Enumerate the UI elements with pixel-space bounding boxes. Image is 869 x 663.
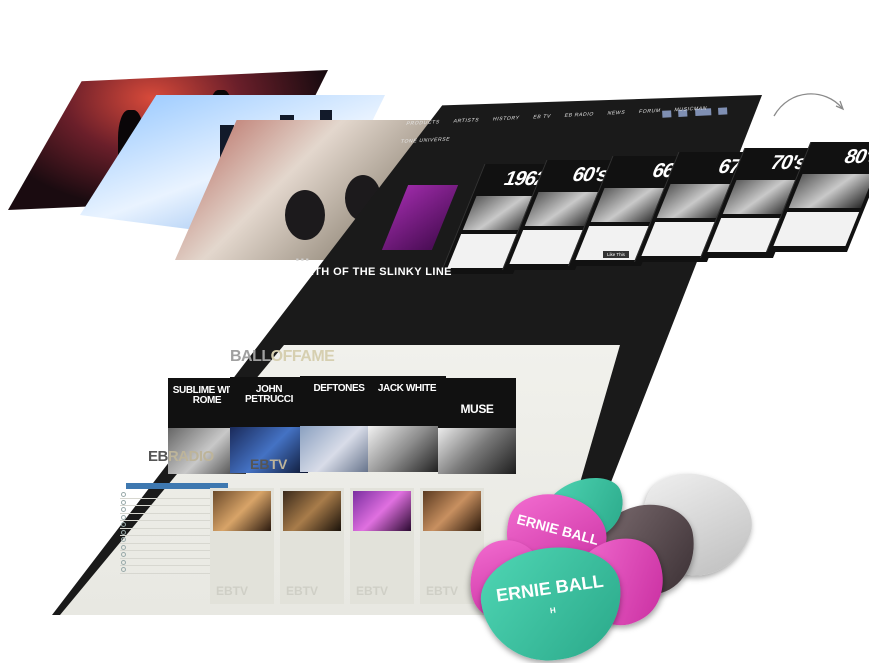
page-title: BIRTH OF THE SLINKY LINE [294,266,452,278]
ebtv-logo: EBTV [286,584,319,598]
artist-name: DEFTONES [313,383,365,394]
video-thumbnail [353,491,411,531]
artist-card[interactable]: DEFTONES [300,376,378,472]
nav-item-ebradio[interactable]: EB RADIO [564,111,595,118]
artist-photo [368,426,446,472]
video-thumbnail [283,491,341,531]
ebtv-logo: EBTV [356,584,389,598]
next-arrow-icon[interactable] [770,86,850,126]
nav-item-forum[interactable]: FORUM [638,108,662,115]
decade-timeline: 1962 60's 66 67 70's 80's [420,126,869,274]
nav-item-history[interactable]: HISTORY [492,115,521,122]
artist-photo [438,428,516,474]
breadcrumb: ■ ■ ■ [296,257,310,262]
artist-name: JACK WHITE [377,383,437,394]
nav-item-ebtv[interactable]: EB TV [532,114,552,121]
artist-name: JOHN PETRUCCI [245,384,293,405]
stage: PRODUCTS ARTISTS HISTORY EB TV EB RADIO … [0,0,869,663]
like-button[interactable]: Like This [603,251,629,258]
eb-tv-title: EBTV [250,456,288,472]
video-thumbnail [213,491,271,531]
tv-video-card[interactable]: EBTV [280,488,344,604]
artist-card[interactable]: MUSE [438,378,516,474]
artist-photo [300,426,378,472]
nav-item-news[interactable]: NEWS [606,110,626,117]
nav-item-artists[interactable]: ARTISTS [452,117,480,124]
decade-thumbnail [788,174,869,208]
tv-video-card[interactable]: EBTV [350,488,414,604]
eb-radio-title: EBRADIO [148,448,214,465]
artist-name: MUSE [460,402,494,416]
ebtv-logo: EBTV [216,584,249,598]
hall-of-fame-title: BALLOFFAME [230,348,335,365]
nav-item-musicman[interactable]: MUSICMAN [673,106,707,114]
decade-caption [773,212,860,246]
decade-year: 80's [840,146,869,168]
video-thumbnail [423,491,481,531]
ebtv-logo: EBTV [426,584,459,598]
tv-video-card[interactable]: EBTV [210,488,274,604]
artist-card[interactable]: JACK WHITE [368,376,446,472]
